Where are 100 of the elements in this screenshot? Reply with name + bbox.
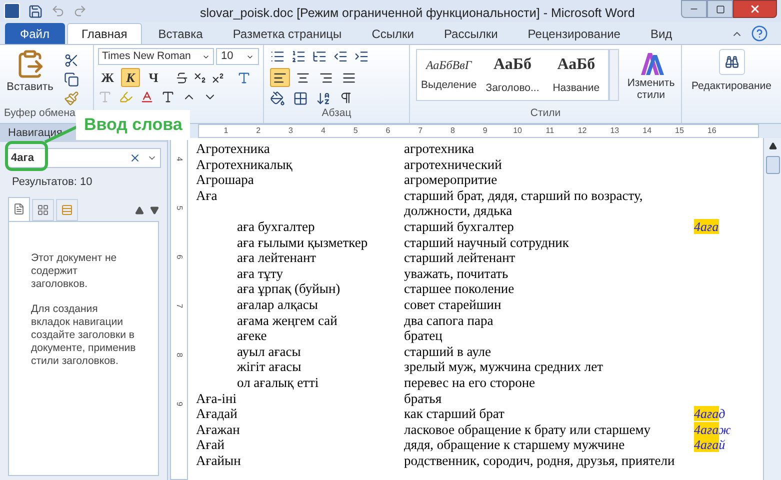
ribbon-tab[interactable]: Вид bbox=[636, 23, 686, 44]
translation-text: агротехнический bbox=[404, 156, 502, 172]
scroll-thumb[interactable] bbox=[766, 156, 780, 174]
term-text: аға бухгалтер bbox=[237, 218, 315, 234]
window-title: slovar_poisk.doc [Режим ограниченной функциональности] - Microsoft Word bbox=[200, 5, 635, 22]
paste-button[interactable]: Вставить bbox=[4, 49, 56, 106]
close-button[interactable] bbox=[733, 0, 777, 18]
decrease-indent-icon[interactable] bbox=[333, 49, 348, 64]
bullets-icon[interactable] bbox=[270, 49, 285, 64]
scroll-up-icon[interactable] bbox=[768, 142, 776, 150]
format-button[interactable]: Ж bbox=[98, 68, 117, 87]
change-styles-button[interactable]: Изменить стили bbox=[623, 49, 679, 101]
previous-icon[interactable] bbox=[135, 206, 144, 214]
font-color-icon[interactable] bbox=[140, 90, 154, 104]
term-text: Аға bbox=[196, 188, 218, 203]
term-text: Ағай bbox=[196, 437, 225, 452]
search-field[interactable]: 4ага bbox=[6, 148, 161, 168]
translation-text: как старший брат bbox=[404, 406, 504, 422]
translation-text: зрелый муж, мужчина средних лет bbox=[404, 359, 604, 374]
ribbon-tab[interactable]: Разметка страницы bbox=[218, 23, 356, 44]
term-text: Ағадай bbox=[196, 406, 238, 422]
cut-icon[interactable] bbox=[64, 53, 79, 68]
translation-text: совет старейшин bbox=[404, 296, 502, 312]
change-case-icon[interactable] bbox=[161, 90, 175, 104]
sort-icon[interactable] bbox=[316, 91, 331, 106]
translation-text: старший бухгалтер bbox=[404, 218, 514, 234]
ribbon-tab[interactable]: Рассылки bbox=[430, 23, 512, 44]
format-button[interactable]: К bbox=[121, 68, 140, 87]
translation-text: братья bbox=[404, 390, 442, 406]
subscript-icon[interactable] bbox=[193, 70, 207, 84]
maximize-icon bbox=[716, 4, 724, 14]
term-text: аға лейтенант bbox=[237, 250, 316, 266]
group-label: Буфер обмена bbox=[3, 106, 76, 122]
style-preset[interactable]: АаБб Название bbox=[544, 50, 608, 100]
superscript-icon[interactable] bbox=[211, 70, 225, 84]
multilevel-list-icon[interactable] bbox=[312, 49, 327, 64]
align-icon bbox=[296, 70, 310, 84]
next-icon[interactable] bbox=[150, 206, 159, 214]
shading-icon[interactable] bbox=[270, 91, 285, 106]
term-text: ағама жеңгем сай bbox=[237, 312, 338, 328]
help-icon[interactable] bbox=[751, 25, 768, 42]
style-preset[interactable]: АаБб Заголово... bbox=[480, 50, 544, 100]
translation-text: перевес на его стороне bbox=[404, 374, 536, 390]
translation-text: старшее поколение bbox=[404, 281, 514, 296]
document-icon bbox=[13, 203, 25, 215]
align-icon bbox=[342, 70, 356, 84]
headings-view-tab[interactable] bbox=[8, 196, 30, 220]
style-preset[interactable]: АаБбВвГ Выделение bbox=[417, 50, 481, 100]
align-icon bbox=[319, 70, 333, 84]
code-text: 4ағад bbox=[694, 406, 726, 422]
translation-text: два сапога пара bbox=[404, 312, 494, 328]
translation-text: братец bbox=[404, 328, 442, 344]
ribbon-tab[interactable]: Вставка bbox=[144, 23, 217, 44]
copy-icon[interactable] bbox=[64, 72, 79, 87]
clear-format-icon[interactable] bbox=[237, 70, 251, 84]
increase-indent-icon[interactable] bbox=[354, 49, 369, 64]
term-text: ағалар алқасы bbox=[237, 296, 318, 312]
translation-text: ласковое обращение к брату или старшему bbox=[404, 422, 651, 437]
ribbon-tab[interactable]: Рецензирование bbox=[514, 23, 634, 44]
term-text: Аға-іні bbox=[196, 390, 236, 406]
term-text: Агротехника bbox=[196, 141, 270, 156]
horizontal-ruler: 1 2 3 4 5 6 7 8 9 10 11 12 13 14 15 16 bbox=[198, 124, 759, 138]
format-button[interactable]: Ч bbox=[144, 68, 163, 87]
translation-text: уважать, почитать bbox=[404, 266, 508, 281]
vertical-ruler: 4 5 6 7 8 9 bbox=[170, 138, 188, 480]
translation-text: дядя, обращение к старшему мужчине bbox=[404, 437, 625, 452]
numbering-icon[interactable] bbox=[291, 49, 306, 64]
save-icon[interactable] bbox=[28, 4, 43, 18]
translation-text: агромеропритие bbox=[404, 172, 498, 188]
align-icon bbox=[273, 70, 287, 84]
editing-button[interactable]: Редактирование bbox=[692, 49, 772, 95]
font-size-field[interactable]: 10 bbox=[216, 48, 259, 65]
term-text: Ағажан bbox=[196, 422, 240, 437]
term-text: ол ағалық етті bbox=[237, 374, 319, 390]
align-button[interactable] bbox=[270, 68, 290, 87]
results-count: Результатов: 10 bbox=[11, 175, 94, 190]
borders-icon[interactable] bbox=[293, 91, 308, 106]
translation-text: старший лейтенант bbox=[404, 250, 516, 266]
group-label: Абзац bbox=[320, 106, 352, 122]
vertical-scrollbar[interactable] bbox=[763, 138, 781, 480]
term-text: аға ұрпақ (буйын) bbox=[237, 281, 340, 296]
empty-message: Этот документ не содержит заголовков. bbox=[31, 252, 118, 290]
ribbon-tab[interactable]: Главная bbox=[66, 23, 142, 44]
term-text: ауыл ағасы bbox=[237, 344, 301, 359]
term-text: Ағайын bbox=[196, 452, 241, 468]
empty-message: Для создания вкладок навигации создайте заголовки в документе, применив стили заголовков. bbox=[31, 302, 136, 368]
term-text: Агротехникалық bbox=[196, 156, 292, 172]
pilcrow-icon[interactable] bbox=[339, 91, 353, 105]
close-icon bbox=[749, 3, 761, 15]
ribbon-tab[interactable]: Ссылки bbox=[358, 23, 428, 44]
clear-search-icon[interactable] bbox=[129, 152, 141, 164]
pages-view-tab[interactable] bbox=[32, 198, 54, 220]
strikethrough-icon[interactable] bbox=[175, 70, 189, 84]
maximize-button[interactable] bbox=[707, 0, 733, 18]
styles-scrollbar[interactable] bbox=[609, 49, 619, 101]
file-tab[interactable]: Файл bbox=[5, 23, 65, 44]
font-name-field[interactable]: Times New Roman bbox=[98, 48, 214, 65]
grid-icon bbox=[37, 204, 49, 216]
code-text: 4аға bbox=[694, 218, 719, 235]
binoculars-icon bbox=[724, 55, 738, 69]
